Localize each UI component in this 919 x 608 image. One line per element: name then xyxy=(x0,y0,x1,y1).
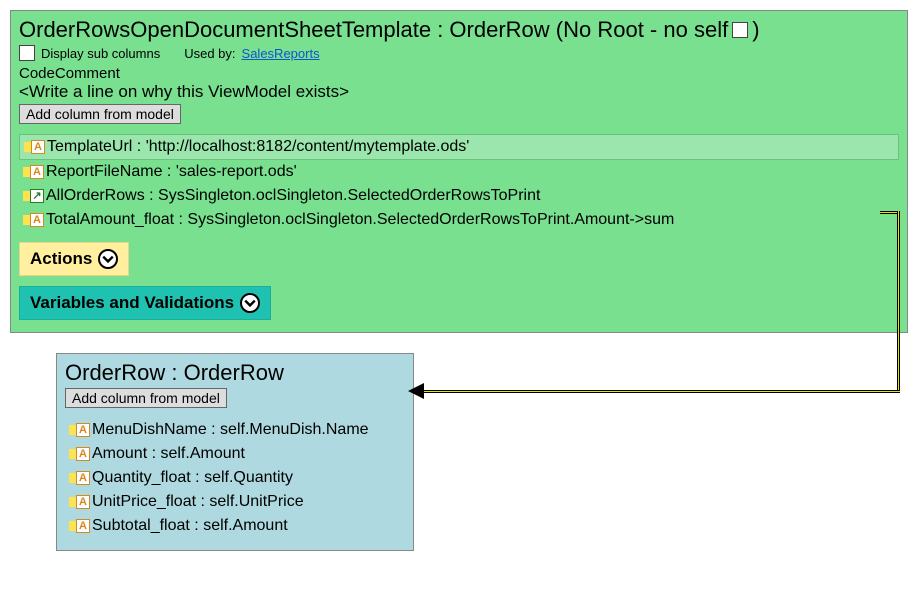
column-text: TotalAmount_float : SysSingleton.oclSing… xyxy=(46,211,674,229)
column-row[interactable]: A ReportFileName : 'sales-report.ods' xyxy=(19,160,899,184)
column-type-icon: A xyxy=(69,447,90,461)
column-text: Amount : self.Amount xyxy=(92,445,245,463)
no-self-checkbox[interactable] xyxy=(732,22,748,38)
child-title: OrderRow : OrderRow xyxy=(65,360,405,386)
column-type-icon: A xyxy=(23,213,44,227)
code-comment-label: CodeComment xyxy=(19,65,899,82)
column-row[interactable]: A Amount : self.Amount xyxy=(65,442,405,466)
root-title: OrderRowsOpenDocumentSheetTemplate : Ord… xyxy=(19,17,899,43)
column-row[interactable]: A TotalAmount_float : SysSingleton.oclSi… xyxy=(19,208,899,232)
root-title-post: ) xyxy=(752,17,759,43)
variables-expander[interactable]: Variables and Validations xyxy=(19,286,271,320)
column-type-icon: A xyxy=(69,423,90,437)
column-type-icon: A xyxy=(69,471,90,485)
add-column-button[interactable]: Add column from model xyxy=(65,388,227,408)
column-type-icon: A xyxy=(24,140,45,154)
column-type-icon: A xyxy=(69,519,90,533)
column-text: UnitPrice_float : self.UnitPrice xyxy=(92,493,304,511)
column-row[interactable]: A Subtotal_float : self.Amount xyxy=(65,514,405,538)
column-row[interactable]: ↗ AllOrderRows : SysSingleton.oclSinglet… xyxy=(19,184,899,208)
connector-arrowhead-icon xyxy=(408,383,424,399)
column-type-icon: A xyxy=(69,495,90,509)
column-text: MenuDishName : self.MenuDish.Name xyxy=(92,421,369,439)
actions-expander[interactable]: Actions xyxy=(19,242,129,276)
chevron-down-icon xyxy=(240,293,260,313)
add-column-button[interactable]: Add column from model xyxy=(19,104,181,124)
column-row[interactable]: A MenuDishName : self.MenuDish.Name xyxy=(65,418,405,442)
used-by-label: Used by: xyxy=(184,46,235,61)
display-sub-columns-checkbox[interactable] xyxy=(19,45,35,61)
child-viewmodel-panel: OrderRow : OrderRow Add column from mode… xyxy=(56,353,414,551)
root-title-text: OrderRowsOpenDocumentSheetTemplate : Ord… xyxy=(19,17,728,43)
code-comment-hint[interactable]: <Write a line on why this ViewModel exis… xyxy=(19,82,899,102)
root-columns-list: A TemplateUrl : 'http://localhost:8182/c… xyxy=(19,134,899,232)
chevron-down-icon xyxy=(98,249,118,269)
actions-label: Actions xyxy=(30,249,92,269)
column-row[interactable]: A Quantity_float : self.Quantity xyxy=(65,466,405,490)
connector-line xyxy=(424,390,900,393)
root-viewmodel-panel: OrderRowsOpenDocumentSheetTemplate : Ord… xyxy=(10,10,908,333)
column-text: AllOrderRows : SysSingleton.oclSingleton… xyxy=(46,187,540,205)
connector-line xyxy=(897,211,900,392)
column-row[interactable]: A UnitPrice_float : self.UnitPrice xyxy=(65,490,405,514)
column-text: ReportFileName : 'sales-report.ods' xyxy=(46,163,297,181)
used-by-link[interactable]: SalesReports xyxy=(242,46,320,61)
column-text: Quantity_float : self.Quantity xyxy=(92,469,293,487)
column-type-icon: ↗ xyxy=(23,189,44,203)
child-columns-list: A MenuDishName : self.MenuDish.Name A Am… xyxy=(65,418,405,538)
variables-label: Variables and Validations xyxy=(30,293,234,313)
column-text: TemplateUrl : 'http://localhost:8182/con… xyxy=(47,138,469,156)
column-text: Subtotal_float : self.Amount xyxy=(92,517,288,535)
sub-options-row: Display sub columns Used by: SalesReport… xyxy=(19,45,899,61)
column-row[interactable]: A TemplateUrl : 'http://localhost:8182/c… xyxy=(19,134,899,160)
column-type-icon: A xyxy=(23,165,44,179)
display-sub-columns-label: Display sub columns xyxy=(41,46,160,61)
